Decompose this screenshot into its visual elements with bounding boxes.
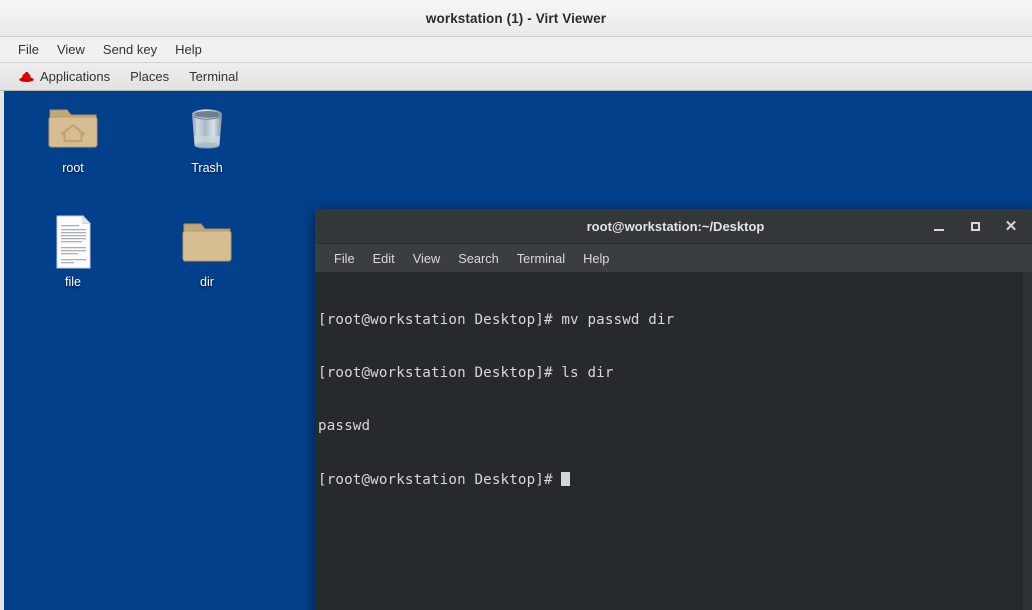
terminal-menu-edit[interactable]: Edit (364, 248, 404, 269)
desktop-icon-label-file: file (65, 275, 81, 289)
folder-home-icon (44, 99, 102, 157)
terminal-line: [root@workstation Desktop]# mv passwd di… (318, 311, 675, 328)
terminal-line: passwd (318, 418, 371, 435)
terminal-titlebar[interactable]: root@workstation:~/Desktop ✕ (315, 209, 1032, 244)
terminal-scrollbar[interactable] (1023, 272, 1032, 610)
viewer-titlebar: workstation (1) - Virt Viewer (0, 0, 1032, 37)
viewer-menu-send-key[interactable]: Send key (94, 40, 166, 59)
panel-item-places[interactable]: Places (120, 67, 179, 86)
desktop-icon-label-trash: Trash (191, 161, 223, 175)
terminal-window-controls: ✕ (931, 218, 1032, 234)
panel-item-terminal[interactable]: Terminal (179, 67, 248, 86)
desktop-icon-root[interactable]: root (30, 99, 116, 175)
terminal-window: root@workstation:~/Desktop ✕ File Edit V… (315, 209, 1032, 610)
viewer-window-title: workstation (1) - Virt Viewer (425, 10, 607, 26)
text-document-icon (44, 213, 102, 271)
maximize-icon[interactable] (967, 218, 983, 234)
terminal-menubar: File Edit View Search Terminal Help (315, 244, 1032, 272)
trash-can-icon (178, 99, 236, 157)
gnome-top-panel: Applications Places Terminal (0, 63, 1032, 91)
terminal-menu-terminal[interactable]: Terminal (508, 248, 574, 269)
desktop-icon-dir[interactable]: dir (164, 213, 250, 289)
terminal-menu-view[interactable]: View (404, 248, 450, 269)
terminal-menu-help[interactable]: Help (574, 248, 618, 269)
desktop-icon-label-dir: dir (200, 275, 214, 289)
close-icon[interactable]: ✕ (1003, 218, 1019, 234)
panel-label-terminal: Terminal (189, 69, 239, 84)
terminal-output: [root@workstation Desktop]# mv passwd di… (315, 272, 1032, 525)
terminal-body[interactable]: [root@workstation Desktop]# mv passwd di… (315, 272, 1032, 610)
terminal-cursor (561, 471, 571, 486)
desktop-icon-label-root: root (62, 161, 84, 175)
viewer-menu-view[interactable]: View (48, 40, 94, 59)
folder-icon (178, 213, 236, 271)
guest-viewport: root Trash file dir root@workstation:~/D… (0, 91, 1032, 610)
terminal-window-title: root@workstation:~/Desktop (586, 218, 765, 234)
panel-label-applications: Applications (40, 69, 111, 84)
terminal-prompt-line: [root@workstation Desktop]# (318, 471, 1032, 490)
terminal-prompt: [root@workstation Desktop]# (318, 471, 562, 488)
desktop-icon-file[interactable]: file (30, 213, 116, 289)
viewer-menu-help[interactable]: Help (166, 40, 211, 59)
terminal-menu-file[interactable]: File (325, 248, 364, 269)
desktop-background[interactable]: root Trash file dir root@workstation:~/D… (4, 91, 1032, 610)
terminal-line: [root@workstation Desktop]# ls dir (318, 364, 614, 381)
viewer-menu-file[interactable]: File (9, 40, 48, 59)
minimize-icon[interactable] (931, 218, 947, 234)
panel-item-applications[interactable]: Applications (9, 67, 120, 86)
terminal-menu-search[interactable]: Search (449, 248, 508, 269)
redhat-icon (19, 71, 34, 83)
virt-viewer-window: workstation (1) - Virt Viewer File View … (0, 0, 1032, 610)
desktop-icon-trash[interactable]: Trash (164, 99, 250, 175)
panel-label-places: Places (130, 69, 170, 84)
viewer-menubar: File View Send key Help (0, 37, 1032, 63)
